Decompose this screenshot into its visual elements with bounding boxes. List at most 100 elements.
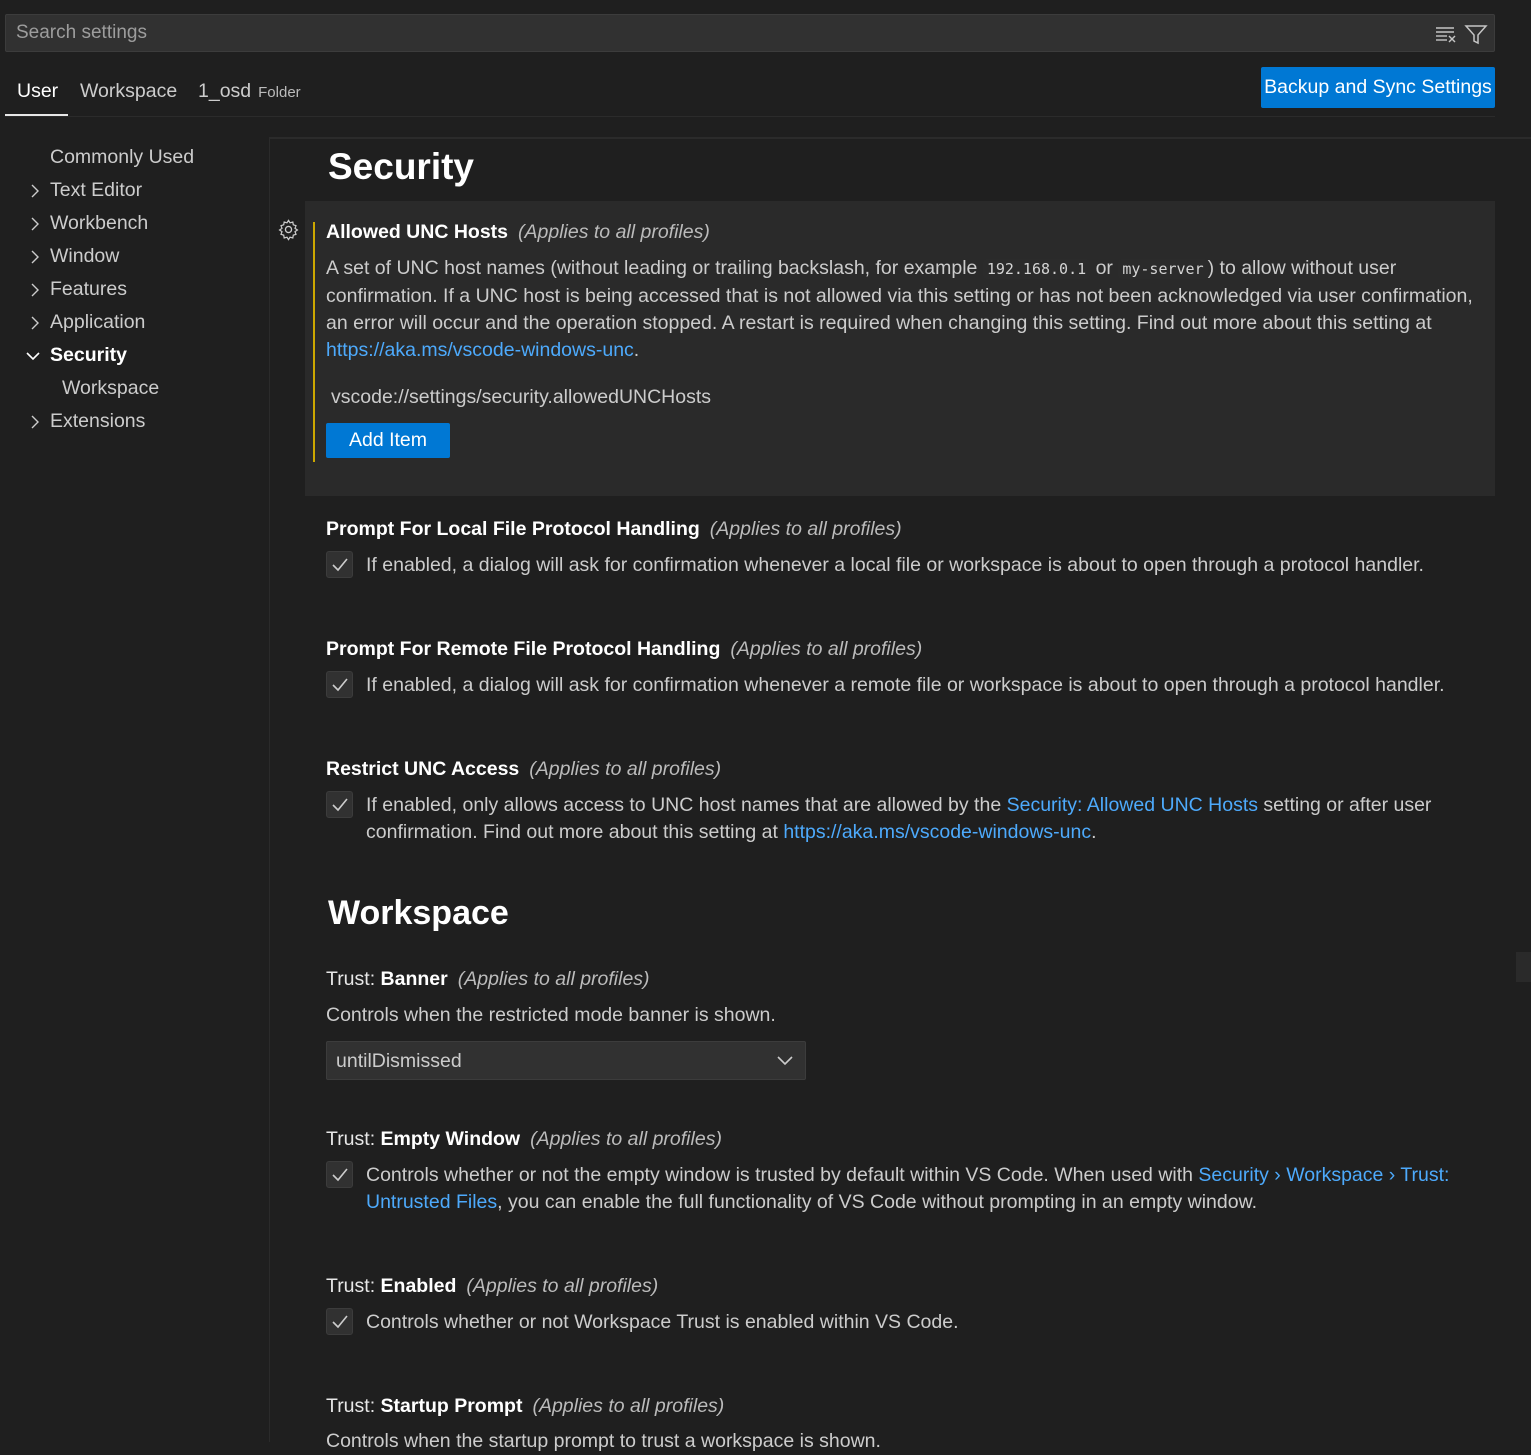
check-icon xyxy=(332,1168,348,1182)
toc-item-workbench[interactable]: Workbench xyxy=(0,208,269,238)
tab-folder-name: 1_osd xyxy=(198,80,252,102)
code-example: my-server xyxy=(1118,259,1208,279)
header-divider xyxy=(269,137,1531,139)
active-tab-indicator xyxy=(5,114,68,116)
setting-category: Trust: xyxy=(326,968,381,990)
setting-title-restrict-unc: Restrict UNC Access (Applies to all profi… xyxy=(326,758,721,781)
toc-item-window[interactable]: Window xyxy=(0,241,269,271)
setting-title-trust-enabled: Trust: Enabled (Applies to all profiles) xyxy=(326,1275,658,1298)
banner-select[interactable]: untilDismissed xyxy=(326,1041,806,1080)
desc-text: . xyxy=(1091,821,1097,843)
chevron-right-icon xyxy=(31,250,39,264)
setting-scope: (Applies to all profiles) xyxy=(730,638,923,660)
setting-title-trust-banner: Trust: Banner (Applies to all profiles) xyxy=(326,968,650,991)
toc-label: Commonly Used xyxy=(50,146,195,168)
setting-category: Trust: xyxy=(326,1128,381,1150)
setting-name: Prompt For Local File Protocol Handling xyxy=(326,518,700,540)
chevron-down-icon xyxy=(777,1056,793,1066)
setting-name: Prompt For Remote File Protocol Handling xyxy=(326,638,721,660)
setting-description: Controls whether or not the empty window… xyxy=(366,1162,1486,1216)
desc-text: If enabled, only allows access to UNC ho… xyxy=(366,794,1007,816)
trust-enabled-checkbox[interactable] xyxy=(326,1308,353,1335)
add-item-button[interactable]: Add Item xyxy=(326,423,450,458)
settings-toc: Commonly Used Text Editor Workbench Wind… xyxy=(0,137,270,1442)
setting-name: Enabled xyxy=(380,1275,457,1297)
toc-label: Security xyxy=(50,344,127,366)
remote-protocol-checkbox[interactable] xyxy=(326,671,353,698)
chevron-right-icon xyxy=(31,217,39,231)
toc-label: Workbench xyxy=(50,212,149,234)
toc-label: Features xyxy=(50,278,127,300)
toc-label: Text Editor xyxy=(50,179,143,201)
toc-item-commonly-used[interactable]: Commonly Used xyxy=(0,142,269,172)
toc-label: Window xyxy=(50,245,120,267)
docs-link[interactable]: https://aka.ms/vscode-windows-unc xyxy=(326,339,634,361)
setting-scope: (Applies to all profiles) xyxy=(457,968,650,990)
scrollbar-thumb[interactable] xyxy=(1516,952,1531,982)
setting-description: Controls whether or not Workspace Trust … xyxy=(366,1311,959,1333)
toc-item-security-workspace[interactable]: Workspace xyxy=(0,373,269,403)
toc-label: Application xyxy=(50,311,146,333)
setting-name: Restrict UNC Access xyxy=(326,758,520,780)
setting-scope: (Applies to all profiles) xyxy=(709,518,902,540)
chevron-right-icon xyxy=(31,316,39,330)
desc-text: . xyxy=(633,339,640,361)
tab-user[interactable]: User xyxy=(17,80,58,103)
desc-text: an error will occur and the operation st… xyxy=(326,312,1432,334)
setting-description: If enabled, a dialog will ask for confir… xyxy=(366,674,1445,696)
check-icon xyxy=(332,798,348,812)
desc-text: confirmation. Find out more about this s… xyxy=(366,821,784,843)
tab-folder[interactable]: 1_osd Folder xyxy=(198,80,301,103)
local-protocol-checkbox[interactable] xyxy=(326,551,353,578)
toc-item-text-editor[interactable]: Text Editor xyxy=(0,175,269,205)
gear-icon[interactable] xyxy=(277,218,300,241)
setting-description: Controls when the restricted mode banner… xyxy=(326,1004,776,1026)
toc-label: Extensions xyxy=(50,410,146,432)
section-title-workspace: Workspace xyxy=(328,894,509,932)
desc-text: confirmation. If a UNC host is being acc… xyxy=(326,285,1473,307)
check-icon xyxy=(332,558,348,572)
select-value: untilDismissed xyxy=(336,1050,462,1072)
focus-indicator xyxy=(313,222,315,462)
toc-item-security[interactable]: Security xyxy=(0,340,269,370)
check-icon xyxy=(332,678,348,692)
search-input[interactable] xyxy=(6,15,1406,51)
desc-text: , you can enable the full functionality … xyxy=(497,1191,1258,1213)
desc-text: A set of UNC host names (without leading… xyxy=(326,257,983,279)
setting-scope: (Applies to all profiles) xyxy=(466,1275,659,1297)
chevron-right-icon xyxy=(31,283,39,297)
setting-title-trust-startup-prompt: Trust: Startup Prompt (Applies to all pro… xyxy=(326,1395,724,1418)
setting-scope: (Applies to all profiles) xyxy=(518,221,710,243)
filter-icon[interactable] xyxy=(1464,23,1488,45)
toc-item-features[interactable]: Features xyxy=(0,274,269,304)
setting-category: Trust: xyxy=(326,1275,381,1297)
code-example: 192.168.0.1 xyxy=(982,259,1091,279)
toc-item-extensions[interactable]: Extensions xyxy=(0,406,269,436)
desc-text: Controls whether or not the empty window… xyxy=(366,1164,1199,1186)
chevron-down-icon xyxy=(26,352,40,361)
setting-link[interactable]: Untrusted Files xyxy=(366,1191,497,1213)
setting-scope: (Applies to all profiles) xyxy=(532,1395,725,1417)
setting-description: A set of UNC host names (without leading… xyxy=(326,255,1486,364)
setting-scope: (Applies to all profiles) xyxy=(530,1128,722,1150)
clear-filter-icon[interactable] xyxy=(1434,23,1458,45)
setting-link[interactable]: Security › Workspace › Trust: xyxy=(1198,1164,1449,1186)
search-bar xyxy=(5,14,1495,52)
check-icon xyxy=(332,1315,348,1329)
setting-link[interactable]: Security: Allowed UNC Hosts xyxy=(1007,794,1258,816)
empty-window-checkbox[interactable] xyxy=(326,1161,353,1188)
setting-description: If enabled, only allows access to UNC ho… xyxy=(366,792,1486,846)
setting-title-remote-protocol: Prompt For Remote File Protocol Handling… xyxy=(326,638,922,661)
setting-description: If enabled, a dialog will ask for confir… xyxy=(366,554,1424,576)
desc-text: ) to allow without user xyxy=(1207,257,1397,279)
toc-item-application[interactable]: Application xyxy=(0,307,269,337)
tab-workspace[interactable]: Workspace xyxy=(80,80,177,103)
chevron-right-icon xyxy=(31,415,39,429)
section-title-security: Security xyxy=(328,146,475,187)
backup-sync-button[interactable]: Backup and Sync Settings xyxy=(1261,67,1495,108)
tab-folder-tag: Folder xyxy=(258,84,301,101)
setting-name: Startup Prompt xyxy=(380,1395,523,1417)
restrict-unc-checkbox[interactable] xyxy=(326,791,353,818)
desc-text: or xyxy=(1090,257,1119,279)
docs-link[interactable]: https://aka.ms/vscode-windows-unc xyxy=(783,821,1091,843)
